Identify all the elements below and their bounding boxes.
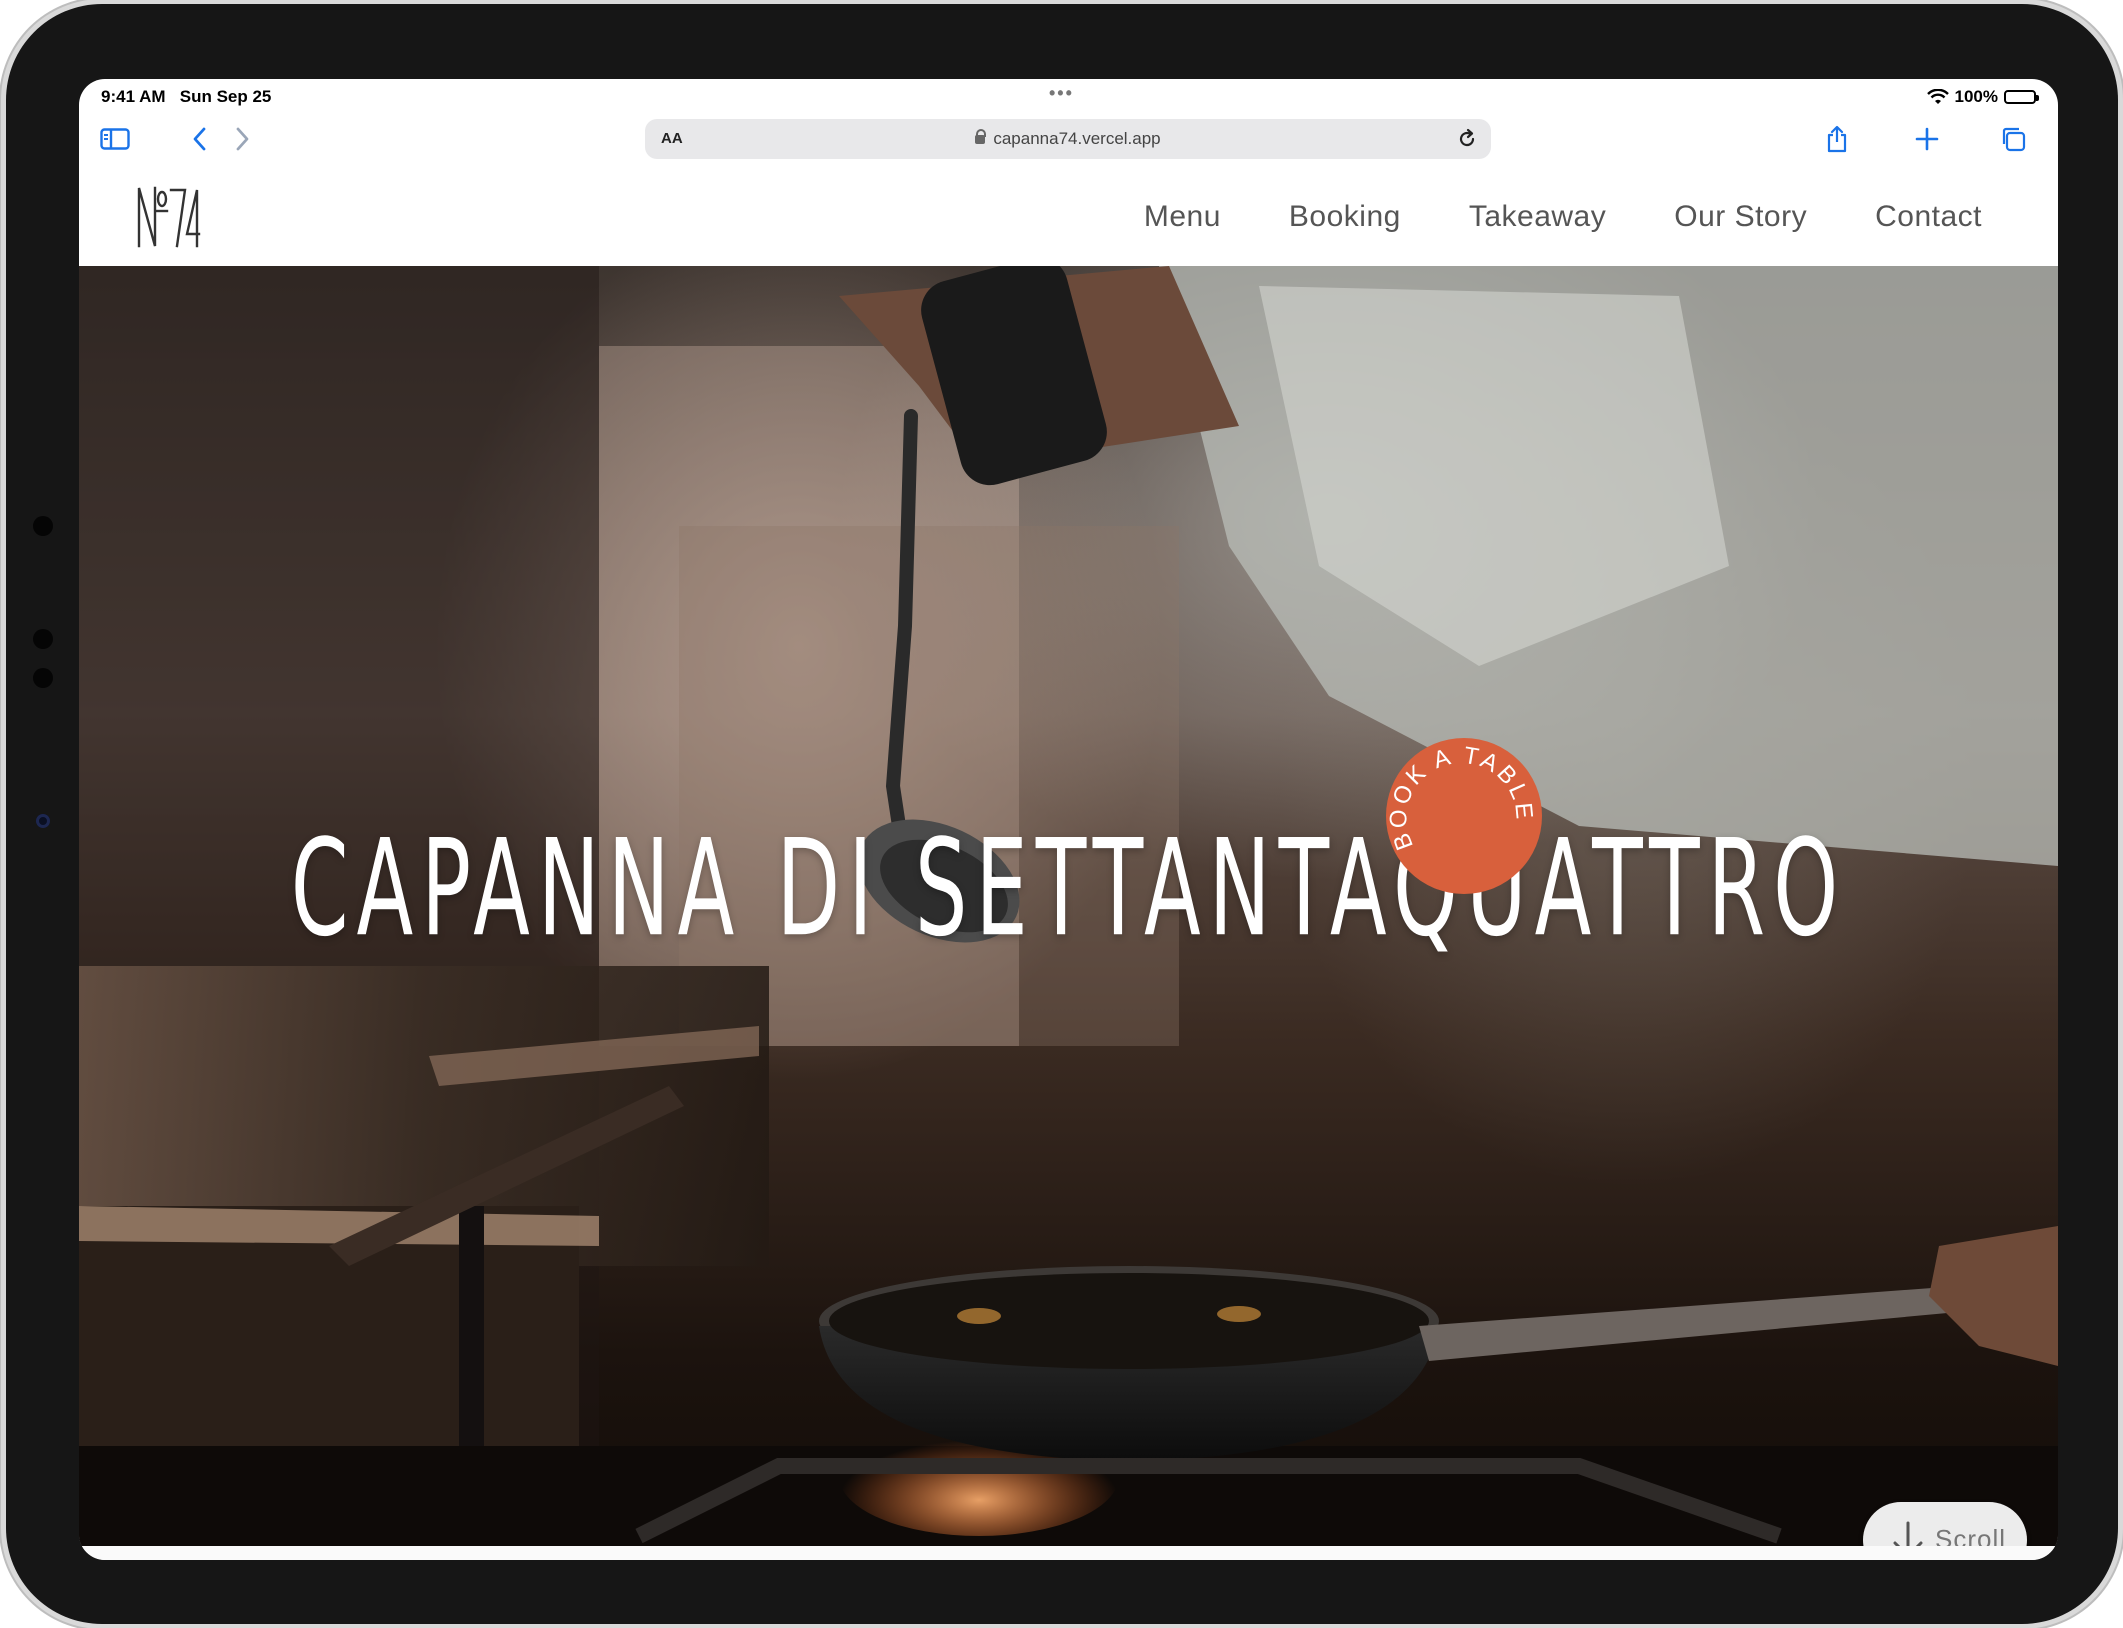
book-a-table-button[interactable]: BOOK A TABLE	[1384, 736, 1544, 896]
nav-takeaway[interactable]: Takeaway	[1469, 200, 1606, 234]
back-icon[interactable]	[183, 123, 215, 155]
side-sensor	[33, 668, 53, 688]
screen: 9:41 AM Sun Sep 25 ••• 100% AA capanna74…	[79, 79, 2058, 1560]
wifi-icon	[1926, 89, 1949, 104]
browser-toolbar: AA capanna74.vercel.app	[79, 115, 2058, 165]
side-sensor	[33, 516, 53, 536]
battery-icon	[2004, 90, 2039, 104]
battery-percent: 100%	[1954, 87, 1998, 106]
bottom-strip	[79, 1546, 2058, 1560]
url-display[interactable]: capanna74.vercel.app	[645, 129, 1491, 149]
site-header: Menu Booking Takeaway Our Story Contact	[79, 166, 2058, 266]
nav-menu[interactable]: Menu	[1144, 200, 1221, 234]
status-time: 9:41 AM Sun Sep 25	[101, 87, 272, 106]
hero-section: CAPANNA DI SETTANTAQUATTRO BOOK A TABLE …	[79, 266, 2058, 1546]
camera-lens	[36, 814, 50, 828]
status-bar: 9:41 AM Sun Sep 25 ••• 100%	[79, 79, 2058, 117]
nav-contact[interactable]: Contact	[1875, 200, 1982, 234]
tabs-icon[interactable]	[1997, 123, 2029, 155]
new-tab-icon[interactable]	[1911, 123, 1943, 155]
arrow-down-icon	[1893, 1521, 1923, 1546]
address-bar[interactable]: AA capanna74.vercel.app	[645, 119, 1491, 159]
site-logo[interactable]	[135, 180, 205, 252]
sidebar-icon[interactable]	[99, 123, 131, 155]
multitasking-dots[interactable]: •••	[1049, 83, 1074, 104]
status-right: 100%	[1926, 87, 2039, 107]
lock-icon	[975, 129, 987, 144]
reload-icon[interactable]	[1455, 127, 1479, 151]
url-text: capanna74.vercel.app	[993, 129, 1161, 148]
ipad-frame: 9:41 AM Sun Sep 25 ••• 100% AA capanna74…	[6, 4, 2118, 1624]
main-nav: Menu Booking Takeaway Our Story Contact	[1144, 200, 1982, 234]
hero-title: CAPANNA DI SETTANTAQUATTRO	[290, 811, 1847, 967]
scroll-label: Scroll	[1935, 1524, 2007, 1546]
forward-icon[interactable]	[227, 123, 259, 155]
side-sensor	[33, 629, 53, 649]
nav-our-story[interactable]: Our Story	[1674, 200, 1807, 234]
share-icon[interactable]	[1821, 123, 1853, 155]
nav-booking[interactable]: Booking	[1289, 200, 1401, 234]
scroll-button[interactable]: Scroll	[1863, 1502, 2027, 1546]
